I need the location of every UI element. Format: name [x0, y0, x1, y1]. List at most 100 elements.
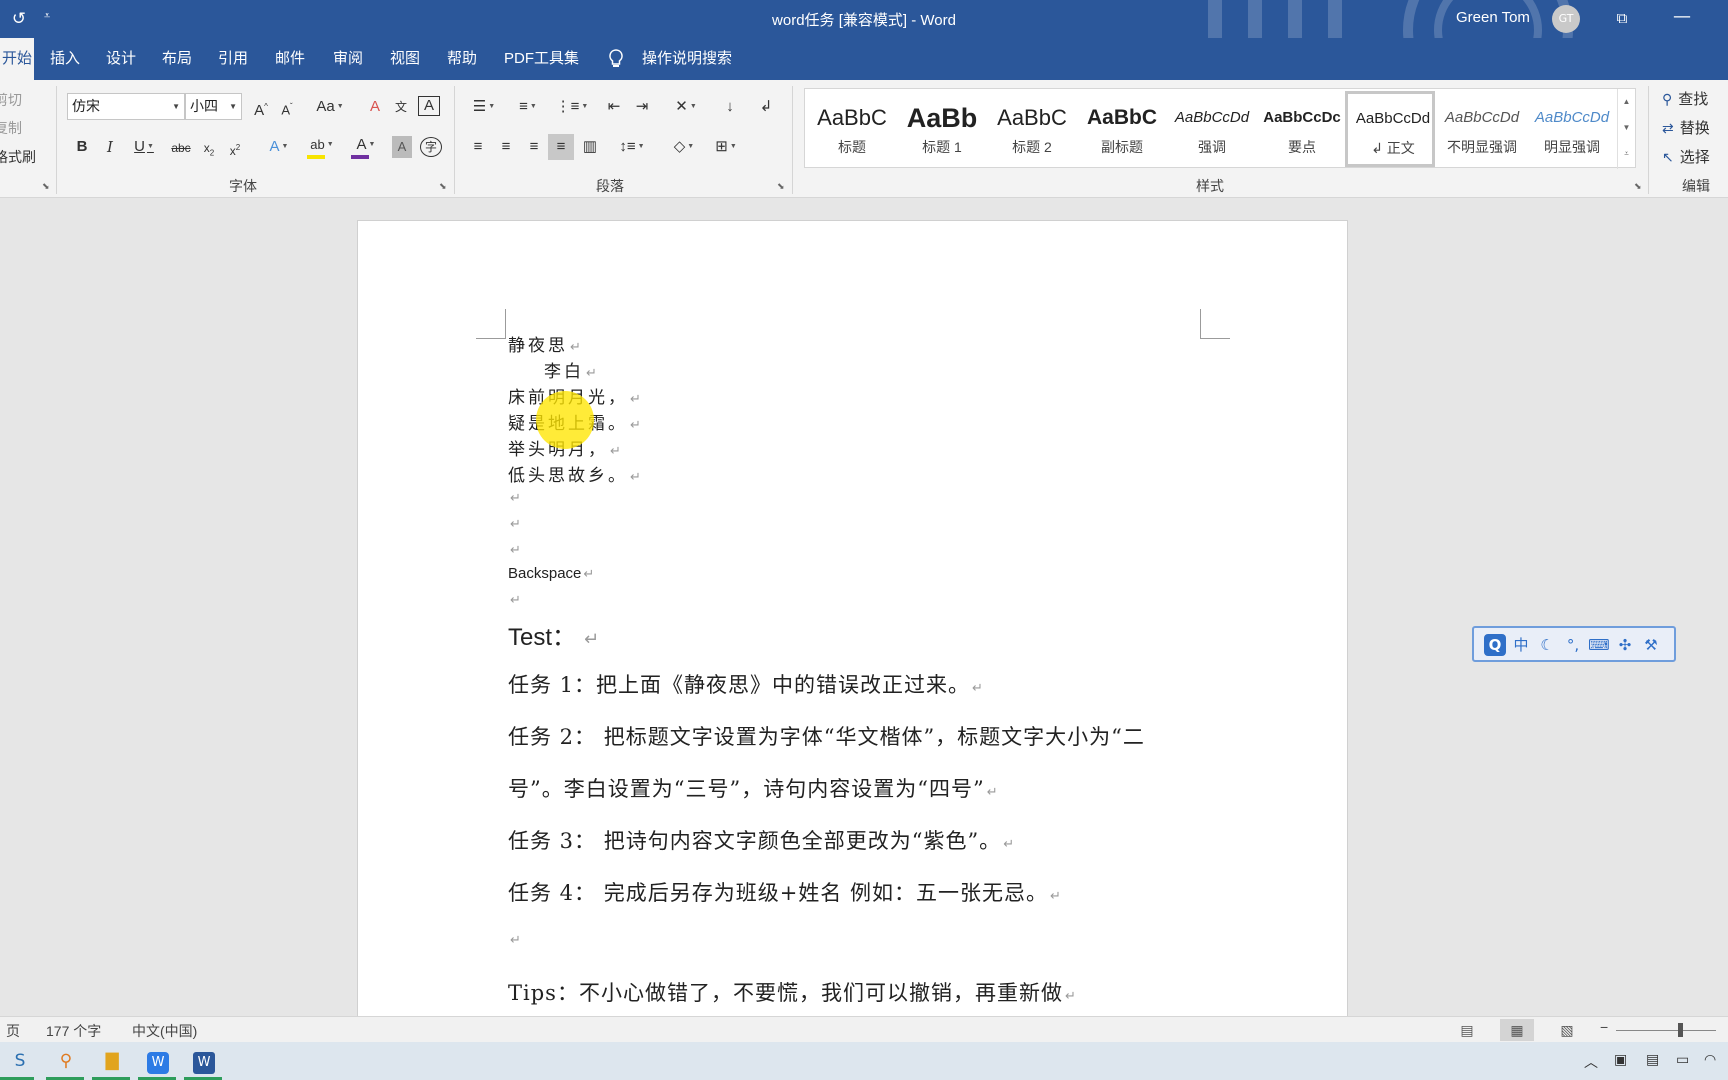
scroll-down-icon[interactable]: ▼	[1618, 115, 1635, 141]
empty-paragraph[interactable]: ↵	[508, 487, 521, 506]
tab-pdf-tools[interactable]: PDF工具集	[500, 38, 583, 80]
read-mode-icon[interactable]: ▤	[1450, 1019, 1484, 1041]
task-3[interactable]: 任务 3： 把诗句内容文字颜色全部更改为“紫色”。 ↵	[508, 825, 1014, 855]
battery-icon[interactable]: ▭	[1676, 1052, 1689, 1068]
tab-insert[interactable]: 插入	[46, 38, 84, 80]
zoom-slider[interactable]	[1616, 1030, 1716, 1031]
bold-icon[interactable]: B	[72, 136, 92, 158]
numbering-icon[interactable]: ≡ ▼	[510, 96, 546, 118]
page-indicator[interactable]: 页	[6, 1021, 20, 1041]
grow-font-icon[interactable]: A^	[250, 96, 272, 119]
styles-launcher-icon[interactable]: ⬊	[1634, 181, 1642, 192]
wrench-icon[interactable]: ⚒	[1640, 634, 1662, 656]
font-color-icon[interactable]: A ▼	[348, 134, 384, 159]
align-center-icon[interactable]: ≡	[494, 136, 518, 158]
select-button[interactable]: ↖ 选择	[1662, 146, 1710, 167]
empty-paragraph[interactable]: ↵	[508, 513, 521, 532]
clear-formatting-icon[interactable]: A	[364, 96, 386, 118]
avatar[interactable]: GT	[1552, 5, 1580, 33]
distributed-icon[interactable]: ▥	[578, 136, 602, 158]
lightbulb-icon[interactable]	[608, 49, 624, 74]
paragraph-launcher-icon[interactable]: ⬊	[777, 181, 785, 192]
font-launcher-icon[interactable]: ⬊	[439, 181, 447, 192]
ime-logo-icon[interactable]: Q	[1484, 634, 1506, 656]
justify-icon[interactable]: ≡	[548, 134, 574, 160]
shading-icon[interactable]: ◇ ▼	[666, 136, 702, 158]
language-indicator[interactable]: 中文(中国)	[132, 1021, 197, 1041]
decrease-indent-icon[interactable]: ⇤	[602, 96, 626, 118]
phonetic-guide-icon[interactable]: 文	[390, 96, 412, 118]
file-explorer-icon[interactable]: ▇	[96, 1046, 128, 1076]
tab-references[interactable]: 引用	[214, 38, 252, 80]
tab-design[interactable]: 设计	[102, 38, 140, 80]
style-subtle-emphasis[interactable]: AaBbCcDd 不明显强调	[1437, 89, 1527, 169]
enclose-characters-icon[interactable]: 字	[420, 137, 442, 157]
wifi-icon[interactable]: ◠	[1704, 1052, 1716, 1068]
ime-mode-toggle[interactable]: 中	[1510, 634, 1532, 656]
align-right-icon[interactable]: ≡	[522, 136, 546, 158]
sogou-icon[interactable]: S	[4, 1046, 36, 1076]
sort-icon[interactable]: ↓	[718, 96, 742, 118]
style-strong[interactable]: AaBbCcDc 要点	[1257, 89, 1347, 169]
ime-toolbar[interactable]: Q 中 ☾ °, ⌨ ✣ ⚒	[1472, 626, 1676, 662]
styles-scroll[interactable]: ▲ ▼ ⩡	[1617, 89, 1635, 169]
print-layout-icon[interactable]: ▦	[1500, 1019, 1534, 1041]
clipboard-launcher-icon[interactable]: ⬊	[42, 181, 50, 192]
line-spacing-icon[interactable]: ↕≡ ▼	[614, 136, 650, 158]
text-direction-icon[interactable]: ✕ ▼	[668, 96, 704, 118]
tray-app-icon[interactable]: ▣	[1614, 1052, 1627, 1068]
style-heading-2[interactable]: AaBbC 标题 2	[987, 89, 1077, 169]
copy-button[interactable]: 复制	[0, 118, 22, 138]
highlight-color-icon[interactable]: ab ▼	[304, 134, 340, 159]
find-button[interactable]: ⚲ 查找	[1662, 88, 1708, 109]
font-size-combo[interactable]: 小四 ▼	[185, 93, 242, 120]
poem-title[interactable]: 静夜思 ↵	[508, 331, 581, 356]
tab-home[interactable]: 开始	[0, 38, 34, 80]
moon-icon[interactable]: ☾	[1536, 634, 1558, 656]
backspace-line[interactable]: Backspace ↵	[508, 565, 594, 582]
ribbon-display-options-icon[interactable]: ⧉	[1612, 9, 1632, 27]
web-layout-icon[interactable]: ▧	[1550, 1019, 1584, 1041]
task-4[interactable]: 任务 4： 完成后另存为班级+姓名 例如：五一张无忌。 ↵	[508, 877, 1061, 907]
style-heading-1[interactable]: AaBb 标题 1	[897, 89, 987, 169]
keyboard-icon[interactable]: ⌨	[1588, 634, 1610, 656]
subscript-icon[interactable]: x2	[198, 137, 220, 159]
poem-author[interactable]: 李白 ↵	[544, 357, 597, 382]
tab-review[interactable]: 审阅	[329, 38, 367, 80]
search-icon[interactable]: ⚲	[50, 1046, 82, 1076]
underline-icon[interactable]: U ▼	[128, 136, 160, 158]
tools-icon[interactable]: ✣	[1614, 634, 1636, 656]
align-left-icon[interactable]: ≡	[466, 136, 490, 158]
text-effects-icon[interactable]: A ▼	[262, 136, 296, 158]
word-count[interactable]: 177 个字	[46, 1021, 101, 1041]
punctuation-icon[interactable]: °,	[1562, 634, 1584, 656]
zoom-slider-thumb[interactable]	[1678, 1023, 1683, 1037]
font-name-combo[interactable]: 仿宋 ▼	[67, 93, 185, 120]
increase-indent-icon[interactable]: ⇥	[630, 96, 654, 118]
style-normal[interactable]: AaBbCcDd ↲ 正文	[1345, 91, 1435, 167]
bullets-icon[interactable]: ☰ ▼	[466, 96, 502, 118]
wps-icon[interactable]: W	[142, 1046, 174, 1076]
format-painter-button[interactable]: 格式刷	[0, 147, 36, 167]
show-formatting-icon[interactable]: ↲	[754, 96, 778, 118]
replace-button[interactable]: ⇄ 替换	[1662, 117, 1710, 138]
empty-paragraph[interactable]: ↵	[508, 589, 521, 608]
test-heading[interactable]: Test： ↵	[508, 617, 599, 652]
change-case-icon[interactable]: Aa ▼	[312, 96, 348, 118]
more-styles-icon[interactable]: ⩡	[1618, 141, 1635, 167]
scroll-up-icon[interactable]: ▲	[1618, 89, 1635, 115]
character-border-icon[interactable]: A	[418, 96, 440, 116]
task-2[interactable]: 任务 2： 把标题文字设置为字体“华文楷体”，标题文字大小为“二	[508, 721, 1145, 751]
tab-layout[interactable]: 布局	[158, 38, 196, 80]
multilevel-list-icon[interactable]: ⋮≡ ▼	[554, 96, 590, 118]
tab-mailings[interactable]: 邮件	[271, 38, 309, 80]
poem-line[interactable]: 低头思故乡。 ↵	[508, 461, 641, 486]
tray-chevron-icon[interactable]: ︿	[1584, 1052, 1598, 1072]
style-subtitle[interactable]: AaBbC 副标题	[1077, 89, 1167, 169]
strikethrough-icon[interactable]: abc	[168, 137, 194, 159]
word-app-icon[interactable]: W	[188, 1046, 220, 1076]
tab-help[interactable]: 帮助	[443, 38, 481, 80]
task-2-continued[interactable]: 号”。李白设置为“三号”，诗句内容设置为“四号” ↵	[508, 773, 998, 803]
superscript-icon[interactable]: x2	[224, 137, 246, 159]
borders-icon[interactable]: ⊞ ▼	[708, 136, 744, 158]
